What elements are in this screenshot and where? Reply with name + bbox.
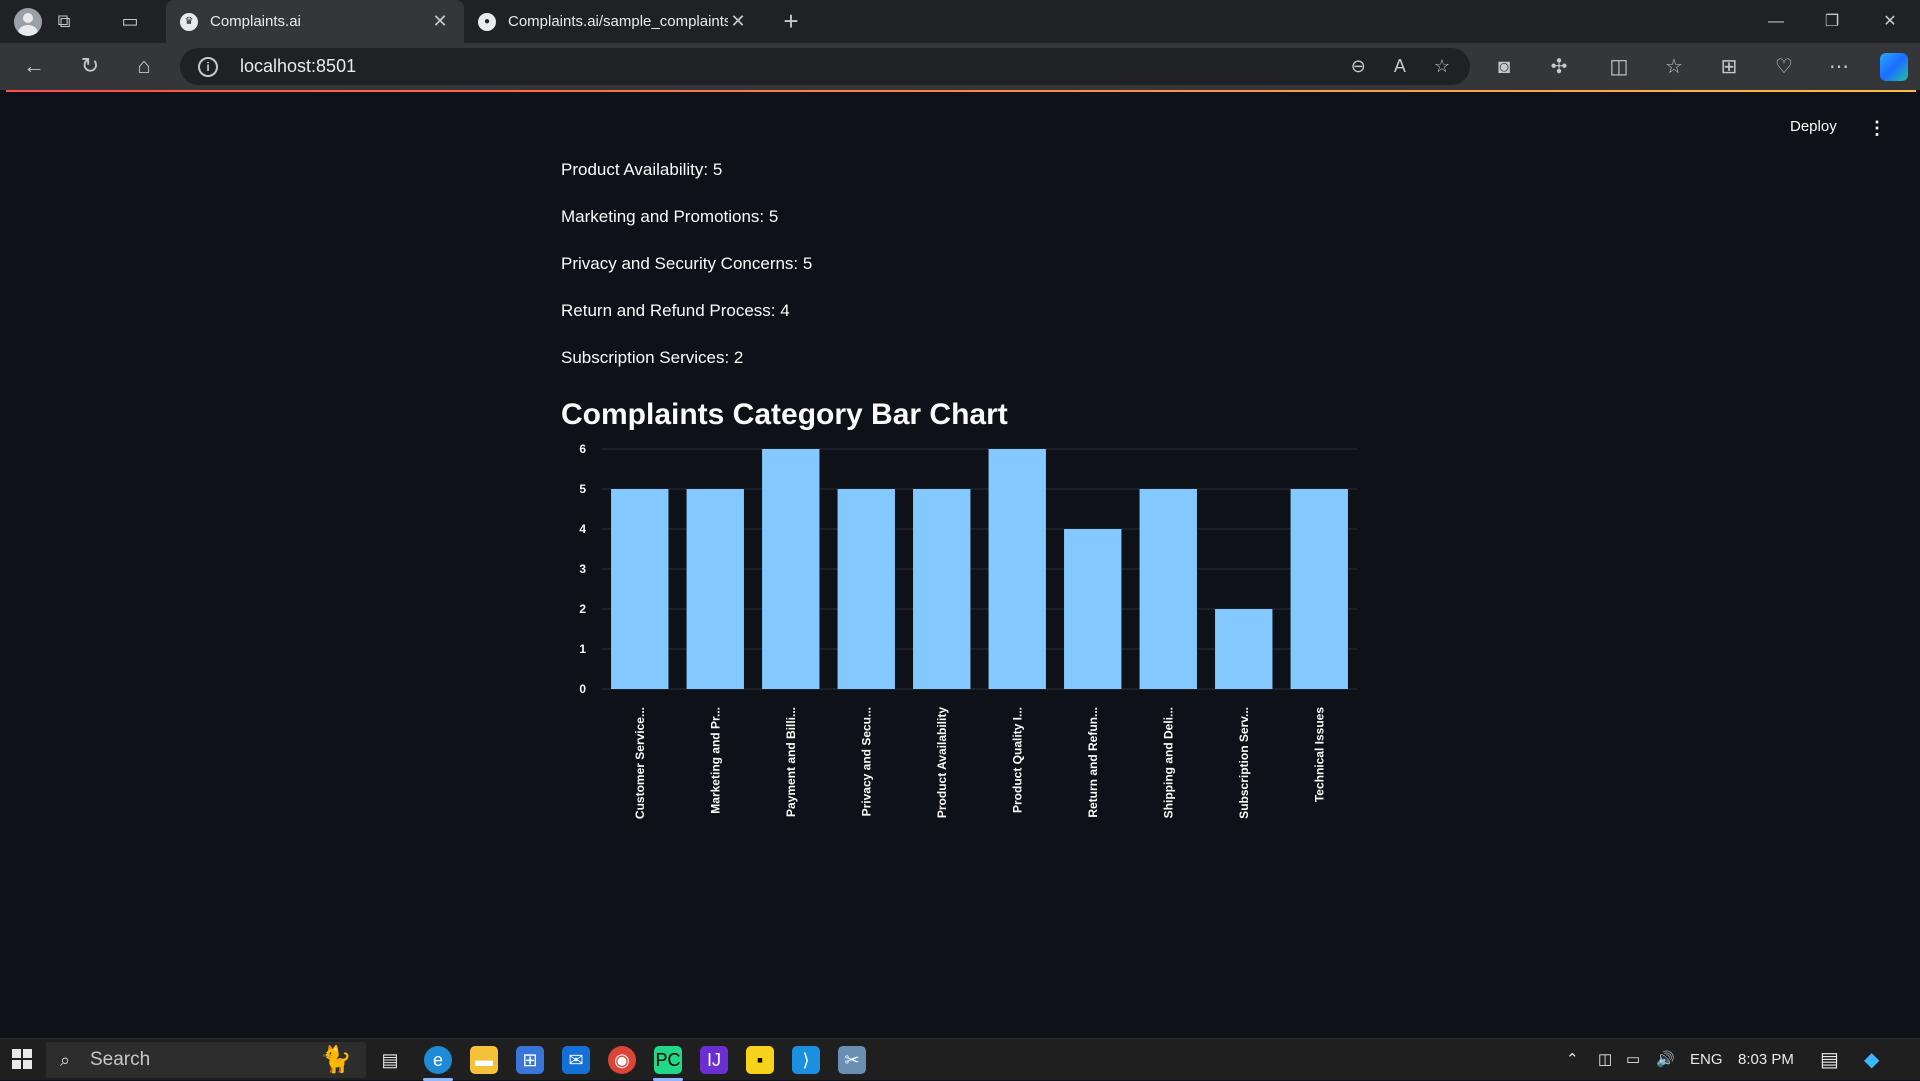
camera-icon[interactable]: ◫ (1598, 1039, 1612, 1081)
count-line: Privacy and Security Concerns: 5 (561, 254, 813, 273)
url-text[interactable]: localhost:8501 (240, 56, 356, 77)
close-window-button[interactable]: ✕ (1862, 0, 1918, 43)
count-line: Return and Refund Process: 4 (561, 301, 790, 320)
bar (1290, 489, 1348, 689)
chrome-icon[interactable]: ◉ (608, 1046, 636, 1074)
x-tick-label: Customer Service... (633, 707, 647, 819)
y-tick-label: 0 (579, 682, 586, 696)
count-line: Product Availability: 5 (561, 160, 723, 179)
streamlit-favicon-icon: ♛ (180, 12, 198, 31)
minimize-button[interactable]: — (1748, 0, 1804, 43)
site-info-icon[interactable]: i (198, 56, 218, 77)
snipping-tool-icon[interactable]: ✂ (838, 1046, 866, 1074)
x-tick-label: Shipping and Deli... (1161, 707, 1175, 818)
x-tick-label: Privacy and Secu... (859, 707, 873, 816)
home-icon[interactable]: ⌂ (126, 48, 162, 84)
mail-icon[interactable]: ✉ (562, 1046, 590, 1074)
close-tab-icon[interactable]: ✕ (430, 11, 450, 32)
chart-title: Complaints Category Bar Chart (561, 398, 1008, 431)
x-tick-label: Subscription Serv... (1237, 707, 1251, 819)
copilot-taskbar-icon[interactable]: ◆ (1864, 1039, 1879, 1081)
search-placeholder: Search (90, 1049, 151, 1070)
back-arrow-icon[interactable]: ← (16, 48, 52, 84)
bar (762, 449, 820, 689)
github-favicon-icon: ● (478, 12, 496, 31)
clock[interactable]: 8:03 PM (1738, 1039, 1794, 1081)
tab-title: Complaints.ai (210, 13, 301, 30)
tab-title: Complaints.ai/sample_complaints (508, 13, 728, 30)
edge-browser-icon[interactable]: e (424, 1046, 452, 1074)
profile-avatar[interactable] (14, 7, 42, 36)
bar (686, 489, 744, 689)
bar (837, 489, 895, 689)
address-bar[interactable]: i localhost:8501 ⊖ A ☆ (180, 48, 1470, 85)
browser-essentials-icon[interactable]: ♡ (1770, 53, 1798, 81)
pycharm-icon[interactable]: PC (654, 1046, 682, 1074)
y-tick-label: 1 (579, 642, 586, 656)
close-tab-icon[interactable]: ✕ (728, 11, 748, 32)
y-tick-label: 6 (579, 444, 586, 456)
battery-icon[interactable]: ▭ (1626, 1039, 1640, 1081)
language-indicator[interactable]: ENG (1690, 1039, 1723, 1081)
microsoft-store-icon[interactable]: ⊞ (516, 1046, 544, 1074)
volume-icon[interactable]: 🔊 (1656, 1039, 1675, 1081)
restore-button[interactable]: ❐ (1804, 0, 1860, 43)
show-hidden-icons-icon[interactable]: ⌃ (1566, 1039, 1579, 1081)
file-explorer-icon[interactable]: ▬ (470, 1046, 498, 1074)
complaints-bar-chart: 0 1 2 3 4 5 6 Customer Service... Marketing and … (579, 444, 1357, 819)
y-tick-label: 4 (579, 522, 586, 536)
screenshot-extension-icon[interactable]: ◙ (1490, 53, 1518, 81)
search-icon: ⌕ (60, 1049, 71, 1070)
more-menu-icon[interactable]: ⋯ (1825, 53, 1853, 81)
cat-illustration-icon: 🐈 (319, 1044, 352, 1074)
count-line: Subscription Services: 2 (561, 348, 744, 367)
deploy-button[interactable]: Deploy (1790, 118, 1837, 135)
workspaces-icon[interactable]: ⧉ (50, 7, 78, 35)
x-tick-label: Product Availability (935, 707, 949, 818)
tab-complaints-ai[interactable]: ♛ Complaints.ai ✕ (166, 0, 464, 43)
bar (913, 489, 971, 689)
bar (988, 449, 1046, 689)
new-tab-button[interactable]: + (776, 7, 806, 37)
favorites-icon[interactable]: ☆ (1660, 53, 1688, 81)
intellij-icon[interactable]: IJ (700, 1046, 728, 1074)
notifications-icon[interactable]: ▤ (1820, 1039, 1839, 1081)
bar (1064, 529, 1122, 689)
count-line: Marketing and Promotions: 5 (561, 207, 779, 226)
x-tick-label: Return and Refun... (1086, 707, 1100, 818)
y-tick-label: 3 (579, 562, 586, 576)
y-tick-label: 5 (579, 482, 586, 496)
vscode-icon[interactable]: ⟩ (792, 1046, 820, 1074)
favorite-star-icon[interactable]: ☆ (1434, 56, 1450, 77)
browser-toolbar: ← ↻ ⌂ i localhost:8501 ⊖ A ☆ ◙ ✣ ◫ ☆ ⊞ ♡… (0, 43, 1920, 90)
x-tick-label: Technical Issues (1312, 707, 1326, 802)
tab-github-sample-complaints[interactable]: ● Complaints.ai/sample_complaints ✕ (464, 0, 762, 43)
windows-start-icon[interactable] (12, 1049, 32, 1069)
bar (611, 489, 669, 689)
bar (1215, 609, 1273, 689)
sticky-notes-icon[interactable]: ▪ (746, 1046, 774, 1074)
collections-icon[interactable]: ⊞ (1715, 53, 1743, 81)
split-screen-icon[interactable]: ◫ (1605, 53, 1633, 81)
reload-icon[interactable]: ↻ (72, 48, 108, 84)
windows-taskbar: ⌕ Search 🐈 ▤ e ▬ ⊞ ✉ ◉ PC IJ ▪ ⟩ ✂ ⌃ ◫ ▭… (0, 1038, 1920, 1081)
app-main: Deploy ⋮ Product Availability: 5 Marketi… (6, 92, 1916, 1038)
taskbar-search[interactable]: ⌕ Search 🐈 (46, 1042, 366, 1078)
x-tick-label: Payment and Billi... (784, 707, 798, 817)
zoom-out-icon[interactable]: ⊖ (1351, 56, 1366, 77)
extensions-icon[interactable]: ✣ (1545, 53, 1573, 81)
x-tick-label: Marketing and Pr... (708, 707, 722, 814)
y-tick-label: 2 (579, 602, 586, 616)
read-aloud-icon[interactable]: A (1394, 56, 1406, 77)
bar (1139, 489, 1197, 689)
copilot-icon[interactable] (1880, 53, 1908, 81)
x-tick-label: Product Quality I... (1010, 707, 1024, 813)
main-menu-icon[interactable]: ⋮ (1868, 118, 1886, 139)
task-view-icon[interactable]: ▤ (376, 1046, 404, 1074)
vertical-tabs-icon[interactable]: ▭ (116, 7, 144, 35)
